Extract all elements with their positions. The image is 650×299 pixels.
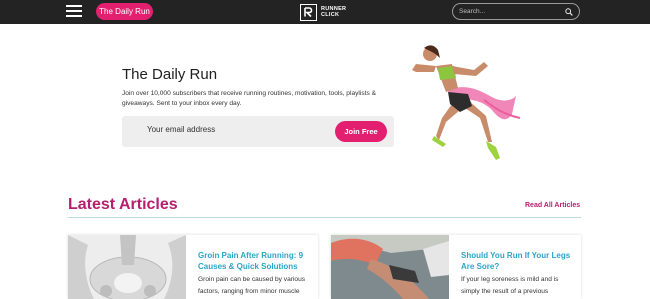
email-field[interactable]	[147, 125, 327, 134]
latest-articles-heading: Latest Articles	[68, 196, 178, 213]
runnerclick-logo[interactable]: RUNNER CLICK	[300, 3, 346, 21]
join-free-button[interactable]: Join Free	[335, 121, 387, 142]
logo-r-icon	[300, 3, 317, 21]
runner-stretching-leg-image[interactable]	[331, 235, 449, 299]
article-title[interactable]: Should You Run If Your Legs Are Sore?	[461, 250, 573, 272]
article-card[interactable]: Groin Pain After Running: 9 Causes & Qui…	[68, 235, 318, 299]
search-input[interactable]	[459, 8, 559, 15]
top-navigation-bar: The Daily Run RUNNER CLICK	[0, 0, 650, 24]
runner-woman-illustration	[412, 45, 521, 160]
section-divider	[68, 217, 581, 218]
logo-text: RUNNER CLICK	[321, 5, 347, 19]
pelvis-xray-image[interactable]	[68, 235, 186, 299]
read-all-articles-link[interactable]: Read All Articles	[525, 202, 580, 209]
article-card[interactable]: Should You Run If Your Legs Are Sore? If…	[331, 235, 581, 299]
hamburger-menu-icon[interactable]	[66, 5, 82, 17]
daily-run-button[interactable]: The Daily Run	[96, 3, 153, 20]
article-excerpt: Groin pain can be caused by various fact…	[198, 276, 306, 295]
hero-description: Join over 10,000 subscribers that receiv…	[122, 90, 376, 107]
newsletter-signup-form: Join Free	[122, 116, 394, 147]
search-icon[interactable]	[565, 3, 573, 21]
article-excerpt: If your leg soreness is mild and is simp…	[461, 276, 559, 295]
article-title[interactable]: Groin Pain After Running: 9 Causes & Qui…	[198, 250, 310, 272]
hero-title: The Daily Run	[122, 66, 218, 83]
search-box[interactable]	[452, 3, 580, 20]
